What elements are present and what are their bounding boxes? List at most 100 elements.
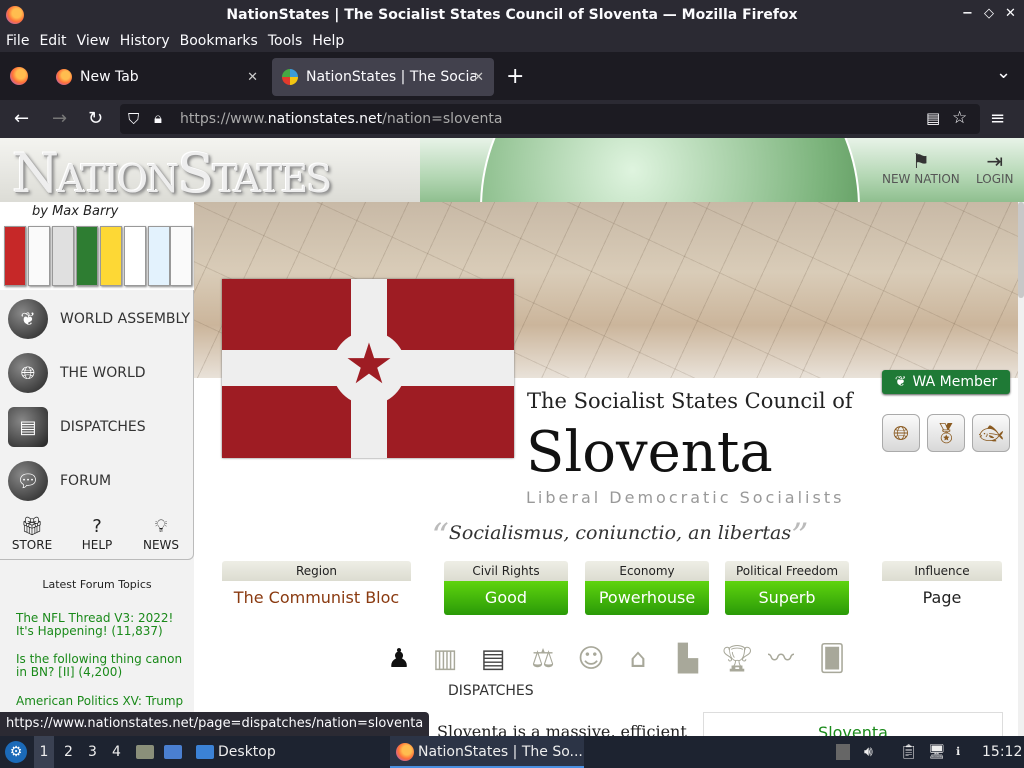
volume-icon[interactable]: 🔊︎ (864, 736, 873, 768)
menu-bookmarks[interactable]: Bookmarks (180, 33, 258, 49)
tray-indicator-icon[interactable] (836, 744, 850, 760)
firefox-view-icon[interactable] (10, 67, 28, 85)
menu-tools[interactable]: Tools (268, 33, 303, 49)
url-path: /nation=sloventa (382, 111, 503, 127)
firefox-icon (6, 6, 24, 24)
close-tab-icon[interactable]: ✕ (247, 70, 258, 85)
factbook-icon[interactable]: ▥ (424, 642, 466, 676)
workspace-1[interactable]: 1 (34, 736, 54, 768)
reload-icon[interactable]: ↻ (88, 109, 103, 129)
news-button[interactable]: 💡︎ NEWS (131, 516, 191, 552)
new-tab-icon[interactable]: + (506, 64, 524, 89)
login-icon: ⇥ (986, 149, 1004, 173)
rank-trophy-icon[interactable]: 🏆︎ (720, 642, 754, 676)
wa-member-badge[interactable]: ❦ WA Member (882, 370, 1010, 394)
lock-icon[interactable]: 🔒︎ (154, 109, 162, 127)
start-menu-icon[interactable]: ⚙ (5, 741, 27, 763)
new-nation-button[interactable]: ⚑ NEW NATION (882, 150, 960, 186)
maximize-icon[interactable]: ◇ (984, 6, 994, 21)
newspaper-icon: ▤ (8, 407, 48, 447)
site-logo[interactable]: NationStates (12, 142, 332, 205)
menu-help[interactable]: Help (312, 33, 344, 49)
workspace-2[interactable]: 2 (64, 736, 73, 768)
tab-label: NationStates | The Social (306, 69, 476, 85)
file-manager-icon[interactable] (136, 745, 154, 759)
nav-dispatches[interactable]: ▤ DISPATCHES (0, 404, 194, 450)
network-icon[interactable]: 🖥︎ (928, 736, 946, 768)
government-scales-icon[interactable]: ⚖ (522, 642, 564, 676)
notification-icon[interactable]: ℹ︎ (956, 736, 960, 768)
trend-chart-icon[interactable]: 〰 (764, 642, 798, 676)
dispatches-icon[interactable]: ▤ (476, 642, 510, 676)
close-tab-icon[interactable]: ✕ (473, 70, 484, 85)
people-icon[interactable]: ☺ (574, 642, 608, 676)
close-window-icon[interactable]: ✕ (1005, 6, 1016, 21)
tracking-shield-icon[interactable]: ⛉ (128, 110, 139, 128)
folder-icon[interactable] (196, 745, 214, 759)
page-scrollbar[interactable] (1018, 202, 1024, 736)
forward-icon[interactable]: → (52, 109, 67, 129)
nation-category[interactable]: Liberal Democratic Socialists (526, 488, 844, 507)
os-taskbar: ⚙ 1 2 3 4 Desktop NationStates | The So.… (0, 736, 1024, 768)
login-button[interactable]: ⇥ LOGIN (976, 150, 1014, 186)
status-url-tooltip: https://www.nationstates.net/page=dispat… (0, 712, 430, 736)
help-button[interactable]: ? HELP (67, 516, 127, 552)
overview-pawn-icon[interactable]: ♟ (382, 642, 416, 676)
stat-civil-rights[interactable]: Civil Rights Good (444, 561, 568, 615)
nation-side-box[interactable]: Sloventa (703, 712, 1003, 736)
books-promo[interactable]: by Max Barry (0, 202, 194, 290)
firefox-favicon-icon (56, 69, 72, 85)
fish-badge-icon[interactable]: 🐟︎ (972, 414, 1010, 452)
tab-new-tab[interactable]: New Tab ✕ (46, 58, 268, 96)
minimize-icon[interactable]: − (962, 6, 973, 21)
show-desktop-icon[interactable] (164, 745, 182, 759)
nation-name: Sloventa (526, 420, 773, 485)
workspace-4[interactable]: 4 (112, 736, 121, 768)
clipboard-icon[interactable]: 📋︎ (900, 736, 918, 768)
nation-flag[interactable]: ★ (222, 279, 514, 458)
url-bar[interactable]: ⛉ 🔒︎ https://www. nationstates.net/nation… (120, 104, 980, 134)
firefox-icon (396, 743, 414, 761)
region-link[interactable]: The Communist Bloc (222, 581, 411, 615)
cards-icon[interactable]: 🂠 (808, 642, 856, 676)
menu-history[interactable]: History (120, 33, 170, 49)
back-icon[interactable]: ← (14, 109, 29, 129)
lightbulb-icon: 💡︎ (154, 516, 168, 537)
forum-topic[interactable]: Is the following thing canon in BN? [II]… (16, 653, 188, 679)
url-domain: nationstates.net (267, 111, 383, 127)
stat-political-freedom[interactable]: Political Freedom Superb (725, 561, 849, 615)
app-menu-icon[interactable]: ≡ (990, 109, 1005, 129)
nav-world-assembly[interactable]: ❦ WORLD ASSEMBLY (0, 296, 194, 342)
stat-influence[interactable]: Influence Page (882, 561, 1002, 615)
clock: 15:12 (982, 744, 1023, 760)
nav-forum[interactable]: 💬︎ FORUM (0, 458, 194, 504)
store-button[interactable]: 🎁︎ STORE (2, 516, 62, 552)
star-icon: ★ (343, 332, 395, 397)
government-building-icon[interactable]: ⌂ (620, 642, 656, 676)
menu-view[interactable]: View (77, 33, 110, 49)
economy-factory-icon[interactable]: ▙ (671, 642, 705, 676)
speech-bubbles-icon: 💬︎ (8, 461, 48, 501)
taskbar-firefox-window[interactable]: NationStates | The So... (390, 736, 584, 768)
reader-view-icon[interactable]: ▤ (926, 109, 940, 127)
forum-topic[interactable]: American Politics XV: Trump (16, 695, 188, 708)
wa-icon: ❦ (894, 374, 907, 390)
nation-motto: “Socialismus, coniunctio, an libertas” (431, 516, 809, 556)
scrollbar-thumb[interactable] (1018, 202, 1024, 298)
globe-badge-icon[interactable]: 🌐︎ (882, 414, 920, 452)
medal-badge-icon[interactable]: 🏅︎ (927, 414, 965, 452)
list-all-tabs-icon[interactable]: ⌄ (996, 62, 1011, 83)
forum-topic[interactable]: The NFL Thread V3: 2022! It's Happening!… (16, 612, 188, 638)
workspace-3[interactable]: 3 (88, 736, 97, 768)
stat-economy[interactable]: Economy Powerhouse (585, 561, 709, 615)
menu-edit[interactable]: Edit (39, 33, 66, 49)
forum-heading: Latest Forum Topics (42, 578, 152, 591)
menu-file[interactable]: File (6, 33, 29, 49)
globe-icon: 🌐︎ (8, 353, 48, 393)
window-title: NationStates | The Socialist States Coun… (226, 7, 798, 23)
desktop-launcher[interactable]: Desktop (218, 736, 276, 768)
bookmark-star-icon[interactable]: ☆ (952, 108, 967, 128)
nav-the-world[interactable]: 🌐︎ THE WORLD (0, 350, 194, 396)
close-quote-icon: ” (791, 516, 809, 556)
tab-nationstates[interactable]: NationStates | The Social ✕ (272, 58, 494, 96)
